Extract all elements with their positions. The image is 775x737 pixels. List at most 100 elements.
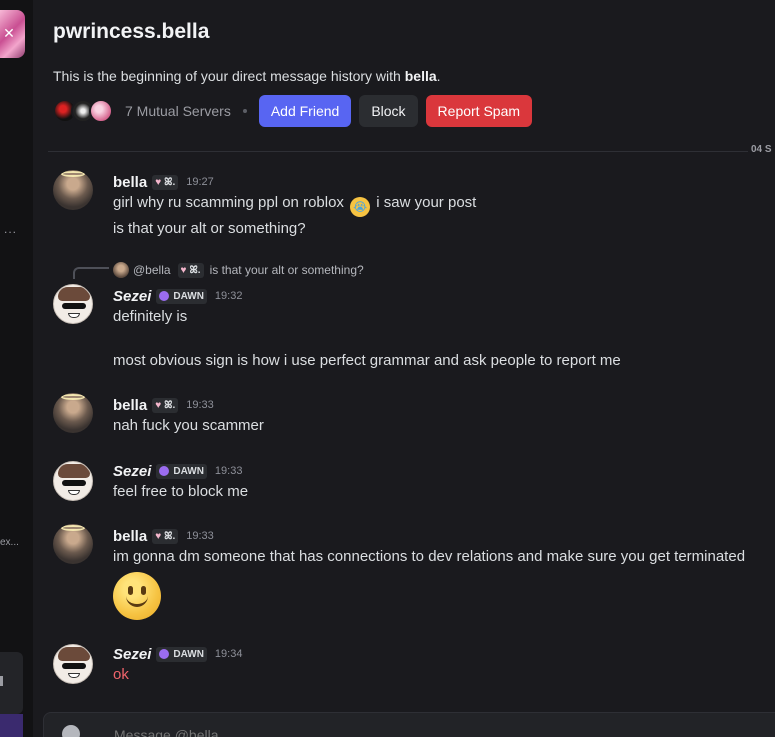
avatar-glasses	[62, 480, 86, 486]
guild-tag[interactable]: DAWN	[156, 463, 207, 479]
guild-tag[interactable]: DAWN	[156, 288, 207, 304]
timestamp: 19:34	[214, 648, 243, 660]
message-header: Sezei DAWN 19:33	[113, 461, 242, 481]
dm-actions: 7 Mutual Servers Add Friend Block Report…	[53, 95, 540, 127]
report-spam-button[interactable]: Report Spam	[425, 95, 533, 127]
guild-tag[interactable]: ♥ ꕤ.	[152, 174, 179, 190]
tag-label: DAWN	[173, 465, 204, 477]
author-name[interactable]: Sezei	[113, 288, 151, 305]
more-icon[interactable]: ...	[4, 222, 17, 236]
date-divider-label: 04 S	[751, 144, 772, 155]
add-friend-button[interactable]: Add Friend	[258, 95, 352, 127]
smiley-emoji-icon	[113, 572, 161, 620]
reply-text: is that your alt or something?	[209, 263, 364, 277]
message-text: feel free to block me	[113, 483, 249, 500]
avatar[interactable]	[53, 284, 93, 324]
mutual-servers-link[interactable]: 7 Mutual Servers	[125, 103, 231, 119]
message-header: Sezei DAWN 19:32	[113, 286, 242, 306]
dm-intro: This is the beginning of your direct mes…	[53, 68, 441, 84]
heart-icon: ♥	[180, 264, 187, 276]
avatar[interactable]	[53, 170, 93, 210]
chat-main: pwrincess.bella This is the beginning of…	[33, 0, 775, 737]
panel-marker	[0, 676, 3, 686]
message-text: definitely is	[113, 308, 188, 325]
moon-icon	[159, 291, 170, 301]
author-name[interactable]: bella	[113, 397, 147, 414]
server-icon[interactable]: ✕	[0, 10, 25, 58]
guild-tag: ♥ ꕤ.	[177, 262, 204, 278]
dm-title: pwrincess.bella	[53, 20, 210, 43]
avatar-hair	[58, 287, 90, 301]
message-header: bella ♥ ꕤ. 19:27	[113, 172, 214, 192]
avatar[interactable]	[53, 644, 93, 684]
timestamp: 19:33	[214, 465, 243, 477]
message-text: is that your alt or something?	[113, 220, 306, 237]
mutual-server-icon	[89, 99, 113, 123]
guild-tag[interactable]: ♥ ꕤ.	[152, 397, 179, 413]
timestamp: 19:33	[186, 399, 214, 411]
avatar-glasses	[62, 663, 86, 669]
truncated-sidebar-text: ex...	[0, 537, 19, 548]
reply-author: @bella	[133, 263, 171, 277]
guild-tag[interactable]: ♥ ꕤ.	[152, 528, 179, 544]
emoji-smile	[126, 596, 148, 607]
avatar[interactable]	[53, 461, 93, 501]
tag-label: ꕤ.	[164, 399, 176, 411]
halo-icon	[61, 171, 85, 177]
timestamp: 19:32	[214, 290, 243, 302]
halo-icon	[61, 394, 85, 400]
intro-suffix: .	[436, 68, 441, 84]
block-button[interactable]: Block	[359, 95, 418, 127]
avatar-mouth	[68, 673, 80, 678]
intro-username: bella	[404, 68, 437, 84]
message-line: girl why ru scamming ppl on roblox	[113, 194, 344, 211]
message-text: im gonna dm someone that has connections…	[113, 548, 746, 565]
intro-prefix: This is the beginning of your direct mes…	[53, 68, 405, 84]
author-name[interactable]: bella	[113, 174, 147, 191]
author-name[interactable]: bella	[113, 528, 147, 545]
emoji-eye	[128, 586, 133, 595]
halo-icon	[61, 525, 85, 531]
message-header: Sezei DAWN 19:34	[113, 644, 242, 664]
avatar-mouth	[68, 490, 80, 495]
timestamp: 19:27	[186, 176, 214, 188]
avatar-glasses	[62, 303, 86, 309]
guild-tag[interactable]: DAWN	[156, 646, 207, 662]
tag-label: DAWN	[173, 290, 204, 302]
avatar-mouth	[68, 313, 80, 318]
moon-icon	[159, 466, 170, 476]
user-panel	[0, 652, 23, 714]
plus-icon[interactable]	[62, 725, 80, 737]
user-panel-accent	[0, 714, 23, 737]
message-composer	[43, 712, 775, 737]
avatar-hair	[58, 464, 90, 478]
avatar[interactable]	[53, 524, 93, 564]
date-divider	[48, 151, 748, 152]
heart-icon: ♥	[155, 399, 162, 411]
message-line: i saw your post	[376, 194, 477, 211]
reply-avatar	[113, 262, 129, 278]
message-text: nah fuck you scammer	[113, 417, 264, 434]
reply-preview[interactable]: @bella ♥ ꕤ. is that your alt or something…	[113, 262, 364, 278]
tag-label: ꕤ.	[164, 176, 176, 188]
avatar-hair	[58, 647, 90, 661]
message-header: bella ♥ ꕤ. 19:33	[113, 395, 214, 415]
mutual-server-icons[interactable]	[53, 99, 113, 123]
left-strip: ✕ ... ex...	[0, 0, 33, 737]
message-text: girl why ru scamming ppl on roblox 😭 i s…	[113, 194, 476, 217]
close-icon[interactable]: ✕	[2, 26, 16, 40]
crying-emoji-icon: 😭	[350, 197, 371, 217]
separator-dot	[242, 109, 247, 113]
tag-label: ꕤ.	[164, 530, 176, 542]
reply-connector	[73, 267, 109, 279]
message-input[interactable]	[114, 725, 614, 737]
author-name[interactable]: Sezei	[113, 646, 151, 663]
heart-icon: ♥	[155, 530, 162, 542]
tag-label: DAWN	[173, 648, 204, 660]
message-header: bella ♥ ꕤ. 19:33	[113, 526, 214, 546]
emoji-eye	[141, 586, 146, 595]
message-text: most obvious sign is how i use perfect g…	[113, 352, 621, 369]
avatar[interactable]	[53, 393, 93, 433]
author-name[interactable]: Sezei	[113, 463, 151, 480]
moon-icon	[159, 649, 170, 659]
